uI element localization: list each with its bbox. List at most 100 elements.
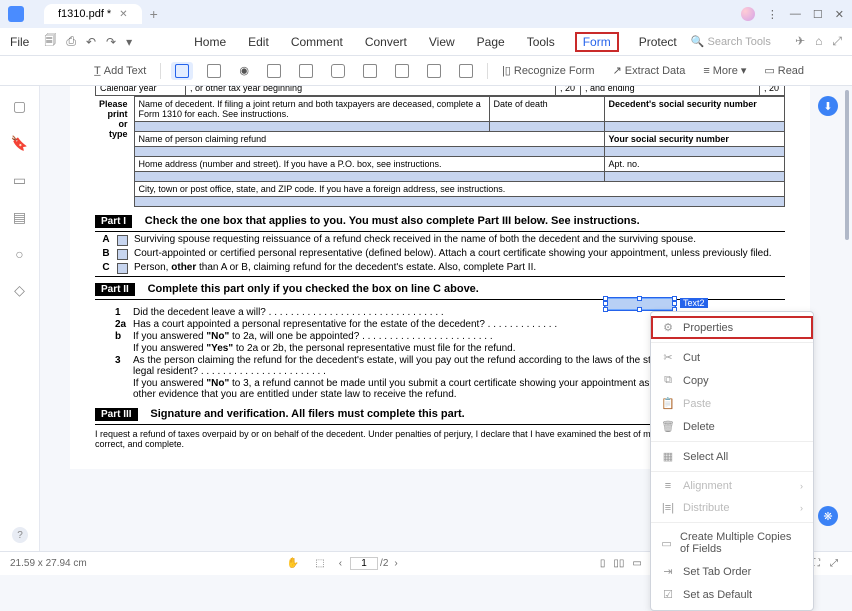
- main-tabs: Home Edit Comment Convert View Page Tool…: [192, 32, 679, 52]
- send-icon[interactable]: ✈: [795, 34, 805, 49]
- copies-icon: ▭: [661, 537, 672, 550]
- comments-icon[interactable]: ▭: [13, 172, 26, 189]
- checkbox-a[interactable]: [117, 235, 128, 246]
- menu-properties[interactable]: ⚙Properties: [651, 316, 813, 339]
- radio-tool[interactable]: ◉: [235, 62, 253, 79]
- part3-header: Part III: [95, 408, 138, 421]
- field-label: Text2: [680, 298, 708, 308]
- add-text-button[interactable]: T̲ Add Text: [90, 63, 150, 79]
- search-tools[interactable]: 🔍 Search Tools: [691, 35, 771, 48]
- tab-protect[interactable]: Protect: [637, 32, 679, 52]
- menu-cut[interactable]: ✂Cut: [651, 346, 813, 369]
- save-icon[interactable]: 🗐: [44, 31, 56, 52]
- print-icon[interactable]: ⎙: [66, 34, 76, 49]
- redo-icon[interactable]: ↷: [106, 35, 116, 49]
- menubar: File 🗐 ⎙ ↶ ↷ ▾ Home Edit Comment Convert…: [0, 28, 852, 56]
- recognize-form-button[interactable]: |▯ Recognize Form: [498, 62, 599, 79]
- text-field-tool[interactable]: [171, 62, 193, 80]
- tab-page[interactable]: Page: [475, 32, 507, 52]
- menu-create-copies[interactable]: ▭Create Multiple Copies of Fields: [651, 526, 813, 560]
- tab-order-icon: ⇥: [661, 565, 675, 578]
- thumbnails-icon[interactable]: ▢: [13, 98, 26, 115]
- layers-icon[interactable]: ◇: [14, 282, 25, 299]
- tab-view[interactable]: View: [427, 32, 457, 52]
- combo-tool[interactable]: [263, 62, 285, 80]
- dropdown-icon[interactable]: ▾: [126, 35, 132, 49]
- select-all-icon: ▦: [661, 450, 675, 463]
- download-button[interactable]: ⬇: [818, 96, 838, 116]
- document-tab[interactable]: f1310.pdf * ✕: [44, 4, 142, 24]
- left-rail: ▢ 🔖 ▭ ▤ ○ ◇: [0, 86, 40, 551]
- date-tool[interactable]: [423, 62, 445, 80]
- tab-tools[interactable]: Tools: [525, 32, 557, 52]
- list-tool[interactable]: [295, 62, 317, 80]
- barcode-tool[interactable]: [455, 62, 477, 80]
- tab-convert[interactable]: Convert: [363, 32, 409, 52]
- undo-icon[interactable]: ↶: [86, 35, 96, 49]
- minimize-icon[interactable]: —: [790, 8, 801, 20]
- sig-tool[interactable]: [391, 62, 413, 80]
- form-field-text2[interactable]: [605, 298, 675, 310]
- close-icon[interactable]: ✕: [119, 9, 127, 20]
- menu-set-default[interactable]: ☑Set as Default: [651, 583, 813, 606]
- kebab-icon[interactable]: ⋮: [767, 8, 778, 21]
- hand-tool-icon[interactable]: ✋: [287, 558, 299, 569]
- form-toolbar: T̲ Add Text ◉ |▯ Recognize Form ↗ Extrac…: [0, 56, 852, 86]
- checkbox-tool[interactable]: [203, 62, 225, 80]
- trash-icon: 🗑: [661, 420, 675, 433]
- view-cont-icon[interactable]: ▯▯: [613, 558, 624, 569]
- more-button[interactable]: ≡ More ▾: [699, 62, 750, 79]
- avatar-icon[interactable]: [741, 7, 755, 21]
- select-tool-icon[interactable]: ⬚: [315, 558, 324, 569]
- gear-icon: ⚙: [661, 321, 675, 334]
- scrollbar[interactable]: [845, 90, 849, 240]
- tab-edit[interactable]: Edit: [246, 32, 271, 52]
- tab-form[interactable]: Form: [575, 32, 619, 52]
- home-icon[interactable]: ⌂: [815, 34, 822, 49]
- fit-page-icon[interactable]: ⛶: [813, 558, 820, 569]
- context-menu: ⚙Properties ✂Cut ⧉Copy 📋Paste 🗑Delete ▦S…: [650, 311, 814, 611]
- help-button[interactable]: ?: [12, 527, 28, 543]
- menu-select-all[interactable]: ▦Select All: [651, 445, 813, 468]
- copy-icon: ⧉: [661, 374, 675, 387]
- scissors-icon: ✂: [661, 351, 675, 364]
- menu-alignment: ≡Alignment›: [651, 475, 813, 497]
- attachments-icon[interactable]: ▤: [13, 209, 26, 226]
- maximize-icon[interactable]: ☐: [813, 8, 823, 21]
- view-facing-icon[interactable]: ▭: [632, 558, 641, 569]
- read-button[interactable]: ▭ Read: [760, 62, 808, 79]
- menu-tab-order[interactable]: ⇥Set Tab Order: [651, 560, 813, 583]
- align-icon: ≡: [661, 480, 675, 492]
- menu-delete[interactable]: 🗑Delete: [651, 415, 813, 438]
- image-tool[interactable]: [359, 62, 381, 80]
- next-page-icon[interactable]: ›: [394, 558, 397, 569]
- part2-header: Part II: [95, 283, 135, 296]
- page-input[interactable]: [350, 557, 378, 570]
- close-window-icon[interactable]: ✕: [835, 8, 844, 21]
- assistant-button[interactable]: ❋: [818, 506, 838, 526]
- checkbox-c[interactable]: [117, 263, 128, 274]
- tab-home[interactable]: Home: [192, 32, 228, 52]
- app-icon: [8, 6, 24, 22]
- tab-comment[interactable]: Comment: [289, 32, 345, 52]
- search-icon[interactable]: ○: [15, 246, 23, 262]
- prev-page-icon[interactable]: ‹: [339, 558, 342, 569]
- checkbox-b[interactable]: [117, 249, 128, 260]
- expand-icon[interactable]: ⤢: [832, 34, 842, 49]
- menu-distribute: |≡|Distribute›: [651, 497, 813, 519]
- page-dimensions: 21.59 x 27.94 cm: [10, 558, 87, 569]
- check-icon: ☑: [661, 588, 675, 601]
- extract-data-button[interactable]: ↗ Extract Data: [609, 62, 690, 79]
- tab-title: f1310.pdf *: [58, 8, 111, 20]
- view-single-icon[interactable]: ▯: [600, 558, 606, 569]
- bookmarks-icon[interactable]: 🔖: [11, 135, 28, 152]
- menu-paste: 📋Paste: [651, 392, 813, 415]
- titlebar: f1310.pdf * ✕ + ⋮ — ☐ ✕: [0, 0, 852, 28]
- fullscreen-icon[interactable]: ⤢: [830, 558, 838, 569]
- file-menu[interactable]: File: [10, 35, 29, 49]
- button-tool[interactable]: [327, 62, 349, 80]
- menu-copy[interactable]: ⧉Copy: [651, 369, 813, 392]
- chevron-right-icon: ›: [800, 503, 803, 513]
- new-tab-button[interactable]: +: [150, 6, 158, 22]
- part1-header: Part I: [95, 215, 132, 228]
